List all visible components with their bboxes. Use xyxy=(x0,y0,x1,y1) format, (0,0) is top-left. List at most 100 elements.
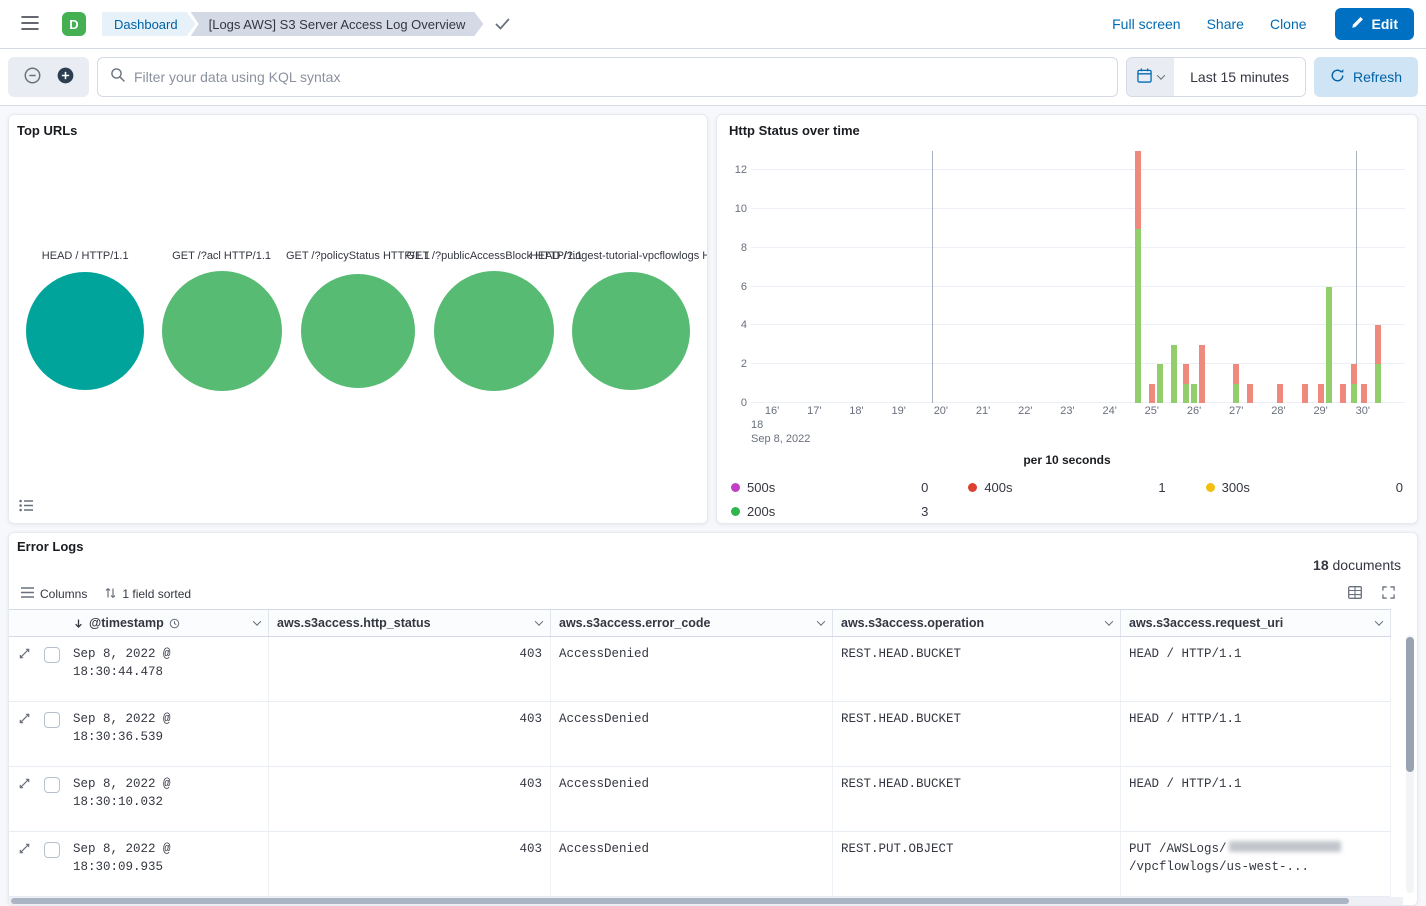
status-bar[interactable] xyxy=(1277,384,1283,403)
cell-timestamp: Sep 8, 2022 @ 18:30:09.935 xyxy=(65,832,269,896)
kql-input[interactable] xyxy=(134,69,1105,85)
column-header-request_uri[interactable]: aws.s3access.request_uri xyxy=(1121,610,1391,636)
legend-item-500s[interactable]: 500s0 xyxy=(731,480,928,495)
share-button[interactable]: Share xyxy=(1207,16,1244,32)
columns-button[interactable]: Columns xyxy=(21,587,87,601)
row-checkbox[interactable] xyxy=(44,647,60,663)
cell-error_code: AccessDenied xyxy=(551,702,833,766)
http-status-chart: 024681012 xyxy=(729,151,1405,403)
density-button[interactable] xyxy=(1348,586,1362,602)
status-bar[interactable] xyxy=(1149,384,1155,403)
row-checkbox[interactable] xyxy=(44,777,60,793)
row-checkbox[interactable] xyxy=(44,842,60,858)
y-tick-label: 6 xyxy=(741,281,747,293)
legend-item-400s[interactable]: 400s1 xyxy=(968,480,1165,495)
url-bubble-slice[interactable] xyxy=(26,272,144,390)
full-screen-button[interactable]: Full screen xyxy=(1112,16,1180,32)
cell-operation: REST.HEAD.BUCKET xyxy=(833,637,1121,701)
top-urls-title: Top URLs xyxy=(17,123,699,138)
vertical-scrollbar-thumb[interactable] xyxy=(1406,637,1414,772)
bar-segment-200s xyxy=(1326,287,1332,403)
clock-icon xyxy=(169,618,180,629)
expand-row-button[interactable] xyxy=(18,842,31,896)
column-menu-chevron[interactable] xyxy=(817,617,825,625)
column-menu-chevron[interactable] xyxy=(1375,617,1383,625)
status-bar[interactable] xyxy=(1183,364,1189,403)
horizontal-scrollbar[interactable] xyxy=(9,897,1403,905)
status-bar[interactable] xyxy=(1318,384,1324,403)
expand-row-cell xyxy=(9,637,39,701)
http-status-xticks: 16'17'18'19'20'21'22'23'24'25'26'27'28'2… xyxy=(751,403,1405,417)
breadcrumb-dashboard[interactable]: Dashboard xyxy=(102,12,196,36)
legend-item-200s[interactable]: 200s3 xyxy=(731,504,928,519)
column-menu-chevron[interactable] xyxy=(535,617,543,625)
expand-row-button[interactable] xyxy=(18,777,31,831)
url-bubble-slice[interactable] xyxy=(162,271,282,391)
legend-item-300s[interactable]: 300s0 xyxy=(1206,480,1403,495)
legend-dot xyxy=(731,507,740,516)
top-urls-chart: HEAD / HTTP/1.1GET /?acl HTTP/1.1GET /?p… xyxy=(17,250,699,396)
url-bubble-slice[interactable] xyxy=(434,271,554,391)
status-bar[interactable] xyxy=(1233,364,1239,403)
bar-segment-200s xyxy=(1191,384,1197,403)
refresh-button-label: Refresh xyxy=(1353,69,1402,85)
add-filter-button[interactable] xyxy=(57,67,74,87)
menu-button[interactable] xyxy=(12,6,48,42)
column-header-timestamp[interactable]: @timestamp xyxy=(65,610,269,636)
edit-button[interactable]: Edit xyxy=(1335,8,1414,40)
status-bar[interactable] xyxy=(1157,364,1163,403)
cell-http_status: 403 xyxy=(269,832,551,896)
url-bubble-slice[interactable] xyxy=(301,274,415,388)
fullscreen-button[interactable] xyxy=(1382,586,1395,602)
column-menu-chevron[interactable] xyxy=(253,617,261,625)
top-row: Top URLs HEAD / HTTP/1.1GET /?acl HTTP/1… xyxy=(8,114,1418,524)
table-row: Sep 8, 2022 @ 18:30:36.539403AccessDenie… xyxy=(9,702,1391,767)
header-actions: Full screen Share Clone Edit xyxy=(1112,8,1414,40)
row-checkbox[interactable] xyxy=(44,712,60,728)
sort-fields-button[interactable]: 1 field sorted xyxy=(105,587,191,602)
url-bubble-slice[interactable] xyxy=(572,272,690,390)
column-header-http_status[interactable]: aws.s3access.http_status xyxy=(269,610,551,636)
header: D Dashboard [Logs AWS] S3 Server Access … xyxy=(0,0,1426,49)
clone-button[interactable]: Clone xyxy=(1270,16,1307,32)
url-bubble-circle-wrap xyxy=(434,266,554,396)
status-bar[interactable] xyxy=(1302,384,1308,403)
expand-row-button[interactable] xyxy=(18,712,31,766)
y-gridline xyxy=(751,324,1405,325)
bar-segment-400s xyxy=(1375,325,1381,364)
column-menu-chevron[interactable] xyxy=(1105,617,1113,625)
status-bar[interactable] xyxy=(1191,384,1197,403)
column-header-error_code[interactable]: aws.s3access.error_code xyxy=(551,610,833,636)
status-bar[interactable] xyxy=(1199,345,1205,403)
status-bar[interactable] xyxy=(1361,384,1367,403)
status-bar[interactable] xyxy=(1351,364,1357,403)
legend-toggle-button[interactable] xyxy=(19,499,34,515)
y-tick-label: 2 xyxy=(741,358,747,370)
horizontal-scrollbar-thumb[interactable] xyxy=(11,898,1349,904)
status-bar[interactable] xyxy=(1247,384,1253,403)
status-bar[interactable] xyxy=(1326,287,1332,403)
calendar-icon xyxy=(1137,68,1152,86)
vertical-scrollbar[interactable] xyxy=(1406,635,1414,893)
expand-row-button[interactable] xyxy=(18,647,31,701)
http-status-panel: Http Status over time 024681012 16'17'18… xyxy=(716,114,1418,524)
status-bar[interactable] xyxy=(1375,325,1381,403)
time-range-button[interactable]: Last 15 minutes xyxy=(1174,58,1305,96)
calendar-button[interactable] xyxy=(1127,58,1174,96)
chevron-down-icon xyxy=(1157,71,1165,79)
breadcrumb-current-page: [Logs AWS] S3 Server Access Log Overview xyxy=(191,12,484,36)
refresh-button[interactable]: Refresh xyxy=(1314,57,1418,97)
x-tick-label: 26' xyxy=(1187,405,1201,417)
y-gridline xyxy=(751,208,1405,209)
xaxis-date-label: 18 Sep 8, 2022 xyxy=(751,419,1405,447)
status-bar[interactable] xyxy=(1135,151,1141,403)
document-count-label: documents xyxy=(1333,557,1401,573)
filter-options-button[interactable] xyxy=(24,67,41,87)
document-count-value: 18 xyxy=(1313,557,1329,573)
cell-http_status: 403 xyxy=(269,702,551,766)
column-header-operation[interactable]: aws.s3access.operation xyxy=(833,610,1121,636)
bar-segment-400s xyxy=(1277,384,1283,403)
status-bar[interactable] xyxy=(1340,384,1346,403)
status-bar[interactable] xyxy=(1171,345,1177,403)
space-avatar[interactable]: D xyxy=(62,12,86,36)
